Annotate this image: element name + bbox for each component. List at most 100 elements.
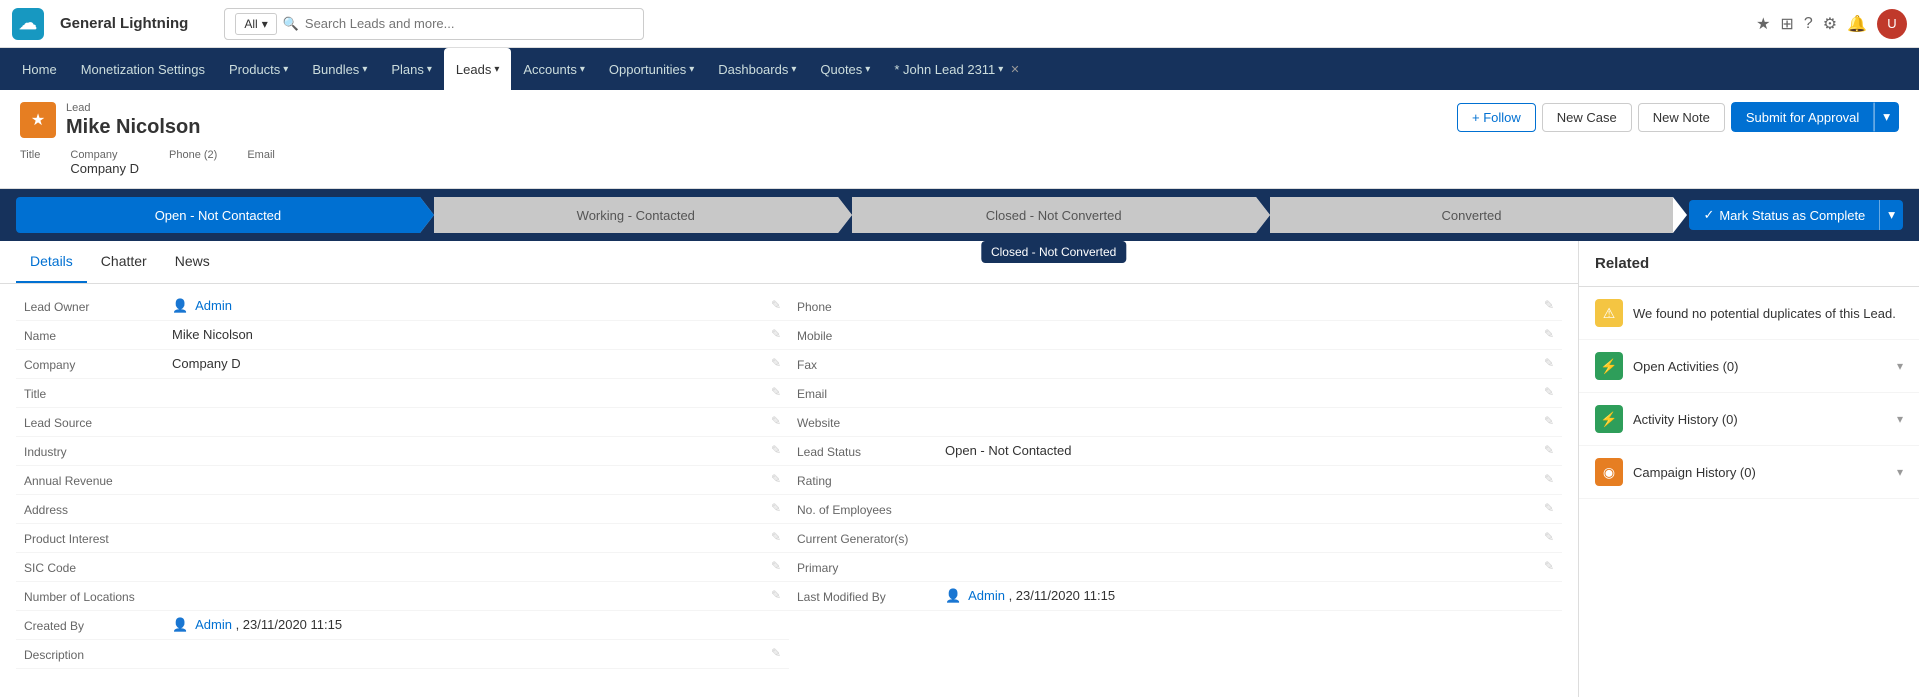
field-address: Address ✎	[16, 495, 789, 524]
status-closed-label: Closed - Not Converted	[986, 208, 1122, 223]
related-item-campaign-history[interactable]: ◉ Campaign History (0) ▾	[1579, 446, 1919, 499]
status-step-converted[interactable]: Converted	[1270, 197, 1674, 233]
avatar[interactable]: U	[1877, 9, 1907, 39]
status-open-label: Open - Not Contacted	[155, 208, 281, 223]
field-industry: Industry ✎	[16, 437, 789, 466]
tab-chatter-label: Chatter	[101, 253, 147, 269]
annual-revenue-edit-icon[interactable]: ✎	[771, 472, 781, 486]
campaign-history-label: Campaign History (0)	[1633, 465, 1887, 480]
address-edit-icon[interactable]: ✎	[771, 501, 781, 515]
quotes-label: Quotes	[820, 62, 862, 77]
related-item-open-activities[interactable]: ⚡ Open Activities (0) ▾	[1579, 340, 1919, 393]
activity-history-label: Activity History (0)	[1633, 412, 1887, 427]
status-step-closed[interactable]: Closed - Not Converted Closed - Not Conv…	[852, 197, 1256, 233]
status-step-open[interactable]: Open - Not Contacted	[16, 197, 420, 233]
settings-icon[interactable]: ⚙	[1823, 14, 1837, 34]
nav-john-lead[interactable]: * John Lead 2311 ▾ ✕	[882, 48, 1031, 90]
last-modified-link[interactable]: Admin	[968, 588, 1005, 603]
rating-edit-icon[interactable]: ✎	[1544, 472, 1554, 486]
current-generators-edit-icon[interactable]: ✎	[1544, 530, 1554, 544]
field-number-locations: Number of Locations ✎	[16, 582, 789, 611]
nav-opportunities[interactable]: Opportunities ▾	[597, 48, 706, 90]
help-icon[interactable]: ?	[1804, 15, 1813, 33]
new-case-button[interactable]: New Case	[1542, 103, 1632, 132]
main-content: Details Chatter News Lead Owner 👤 Admin …	[0, 241, 1919, 697]
nav-products[interactable]: Products ▾	[217, 48, 300, 90]
mark-complete-button[interactable]: ✓ Mark Status as Complete	[1689, 200, 1879, 230]
lead-source-edit-icon[interactable]: ✎	[771, 414, 781, 428]
john-lead-close-icon[interactable]: ✕	[1010, 63, 1019, 76]
lead-source-label: Lead Source	[24, 414, 164, 430]
mark-complete-dropdown[interactable]: ▾	[1879, 200, 1903, 230]
lead-owner-label: Lead Owner	[24, 298, 164, 314]
product-interest-edit-icon[interactable]: ✎	[771, 530, 781, 544]
lead-owner-icon: 👤	[172, 298, 188, 313]
address-label: Address	[24, 501, 164, 517]
search-input[interactable]	[305, 16, 633, 31]
field-sic-code: SIC Code ✎	[16, 553, 789, 582]
field-product-interest: Product Interest ✎	[16, 524, 789, 553]
name-edit-icon[interactable]: ✎	[771, 327, 781, 341]
sic-code-edit-icon[interactable]: ✎	[771, 559, 781, 573]
primary-edit-icon[interactable]: ✎	[1544, 559, 1554, 573]
email-edit-icon[interactable]: ✎	[1544, 385, 1554, 399]
title-edit-icon[interactable]: ✎	[771, 385, 781, 399]
fields-right-column: Phone ✎ Mobile ✎ Fax ✎ Email ✎	[789, 292, 1562, 669]
nav-leads[interactable]: Leads ▾	[444, 48, 511, 90]
search-icon: 🔍	[283, 16, 299, 32]
follow-button[interactable]: + Follow	[1457, 103, 1536, 132]
related-item-duplicates[interactable]: ⚠ We found no potential duplicates of th…	[1579, 287, 1919, 340]
search-scope-dropdown[interactable]: All ▾	[235, 13, 276, 35]
john-lead-chevron: ▾	[998, 64, 1003, 75]
lead-owner-edit-icon[interactable]: ✎	[771, 298, 781, 312]
number-locations-edit-icon[interactable]: ✎	[771, 588, 781, 602]
nav-plans[interactable]: Plans ▾	[379, 48, 444, 90]
field-website: Website ✎	[789, 408, 1562, 437]
salesforce-logo[interactable]: ☁	[12, 8, 44, 40]
record-name: Mike Nicolson	[66, 116, 200, 139]
title-label: Title	[24, 385, 164, 401]
company-field-value: Company D	[70, 161, 139, 176]
tab-chatter[interactable]: Chatter	[87, 241, 161, 283]
lead-owner-value[interactable]: 👤 Admin	[172, 298, 763, 314]
description-edit-icon[interactable]: ✎	[771, 646, 781, 660]
field-lead-owner: Lead Owner 👤 Admin ✎	[16, 292, 789, 321]
related-item-activity-history[interactable]: ⚡ Activity History (0) ▾	[1579, 393, 1919, 446]
tab-news[interactable]: News	[161, 241, 224, 283]
favorites-icon[interactable]: ★	[1756, 14, 1770, 34]
status-converted-label: Converted	[1442, 208, 1502, 223]
nav-quotes[interactable]: Quotes ▾	[808, 48, 882, 90]
nav-bundles[interactable]: Bundles ▾	[300, 48, 379, 90]
website-edit-icon[interactable]: ✎	[1544, 414, 1554, 428]
industry-edit-icon[interactable]: ✎	[771, 443, 781, 457]
mobile-edit-icon[interactable]: ✎	[1544, 327, 1554, 341]
submit-approval-dropdown[interactable]: ▾	[1874, 102, 1899, 132]
top-nav-right: ★ ⊞ ? ⚙ 🔔 U	[1756, 9, 1907, 39]
tab-details[interactable]: Details	[16, 241, 87, 283]
last-modified-icon: 👤	[945, 588, 961, 603]
chevron-down-icon: ▾	[262, 17, 268, 31]
apps-icon[interactable]: ⊞	[1780, 14, 1793, 34]
field-fax: Fax ✎	[789, 350, 1562, 379]
no-employees-edit-icon[interactable]: ✎	[1544, 501, 1554, 515]
nav-monetization[interactable]: Monetization Settings	[69, 48, 217, 90]
company-field: Company Company D	[70, 149, 139, 176]
phone-edit-icon[interactable]: ✎	[1544, 298, 1554, 312]
created-by-link[interactable]: Admin	[195, 617, 232, 632]
new-note-button[interactable]: New Note	[1638, 103, 1725, 132]
field-mobile: Mobile ✎	[789, 321, 1562, 350]
fax-edit-icon[interactable]: ✎	[1544, 356, 1554, 370]
nav-home[interactable]: Home	[10, 48, 69, 90]
fields-left-column: Lead Owner 👤 Admin ✎ Name Mike Nicolson …	[16, 292, 789, 669]
field-created-by: Created By 👤 Admin , 23/11/2020 11:15	[16, 611, 789, 640]
notifications-icon[interactable]: 🔔	[1847, 14, 1867, 34]
email-field: Email	[247, 149, 275, 176]
nav-accounts[interactable]: Accounts ▾	[511, 48, 597, 90]
related-panel: Related ⚠ We found no potential duplicat…	[1579, 241, 1919, 697]
nav-dashboards[interactable]: Dashboards ▾	[706, 48, 808, 90]
lead-status-edit-icon[interactable]: ✎	[1544, 443, 1554, 457]
submit-approval-button[interactable]: Submit for Approval	[1731, 102, 1874, 132]
status-step-working[interactable]: Working - Contacted	[434, 197, 838, 233]
activity-history-icon: ⚡	[1595, 405, 1623, 433]
company-edit-icon[interactable]: ✎	[771, 356, 781, 370]
